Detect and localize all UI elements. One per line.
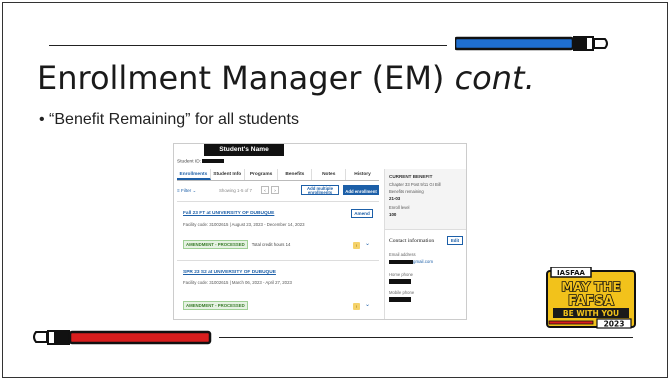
benefit-name: Chapter 33 Post 9/11 GI Bill	[389, 182, 441, 187]
logo-year: 2023	[604, 320, 625, 329]
chevron-down-icon[interactable]: ⌄	[365, 241, 370, 247]
facility-info: Facility code: 31002615 | August 23, 202…	[183, 222, 305, 227]
bottom-divider-line	[219, 337, 633, 338]
enrollment-title-link[interactable]: Fall 23 FT at UNIVERSITY OF DUBUQUE	[183, 211, 274, 216]
iasfaa-may-the-fafsa-logo: IASFAA MAY THE FAFSA BE WITH YOU 2023	[546, 267, 636, 329]
top-divider-line	[49, 45, 447, 46]
bullet-point: • “Benefit Remaining” for all students	[39, 111, 299, 128]
tab-history[interactable]: History	[346, 169, 379, 180]
warning-icon: !	[353, 242, 360, 249]
enroll-level-value: 100	[389, 212, 397, 217]
email-value: gmail.com	[389, 259, 433, 264]
slide-title-main: Enrollment Manager (EM)	[37, 59, 455, 97]
tab-enrollments[interactable]: Enrollments	[177, 169, 211, 180]
blue-lightsaber-icon	[455, 36, 608, 51]
contact-information-panel: Contact information Edit Email address g…	[385, 229, 466, 319]
logo-line1: MAY THE	[561, 280, 620, 294]
amend-button[interactable]: Amend	[351, 209, 373, 218]
showing-count: Showing 1-5 of 7	[219, 188, 252, 193]
status-badge: AMENDMENT - PROCESSED	[183, 301, 248, 310]
redaction-bar	[202, 159, 225, 163]
benefits-remaining-value: 21-03	[389, 196, 401, 201]
tab-benefits[interactable]: Benefits	[278, 169, 313, 180]
filter-button[interactable]: ≡ Filter ⌄	[177, 188, 196, 194]
tab-notes[interactable]: Notes	[312, 169, 347, 180]
enrollment-card: Fall 23 FT at UNIVERSITY OF DUBUQUE Amen…	[177, 201, 379, 257]
slide-title-italic: cont.	[454, 59, 535, 97]
enrollments-toolbar: ≡ Filter ⌄ Showing 1-5 of 7 ‹ › Add mult…	[177, 185, 379, 197]
warning-icon: !	[353, 303, 360, 310]
next-page-button[interactable]: ›	[271, 186, 279, 194]
filter-label: Filter	[180, 188, 192, 193]
redaction-bar	[389, 279, 411, 284]
logo-line2: FAFSA	[568, 294, 614, 309]
student-id-label: Student ID:	[177, 159, 201, 165]
home-phone-label: Home phone	[389, 272, 413, 277]
logo-top-text: IASFAA	[557, 269, 585, 277]
benefit-sidebar: CURRENT BENEFIT Chapter 33 Post 9/11 GI …	[384, 169, 466, 319]
benefits-remaining-label: Benefits remaining	[389, 189, 424, 194]
status-badge: AMENDMENT - PROCESSED	[183, 240, 248, 249]
student-id: Student ID:	[177, 159, 225, 165]
student-name-header: Student's Name	[204, 144, 284, 156]
enroll-level-label: Enroll level	[389, 205, 410, 210]
credit-hours: Total credit hours 14	[251, 242, 291, 247]
email-suffix: gmail.com	[413, 259, 434, 264]
enrollment-card: SPR 23 S2 at UNIVERSITY OF DUBUQUE Facil…	[177, 260, 379, 316]
status-row: AMENDMENT - PROCESSED	[183, 301, 248, 310]
redaction-bar	[389, 259, 413, 264]
edit-contact-button[interactable]: Edit	[447, 236, 463, 245]
mobile-phone-label: Mobile phone	[389, 290, 415, 295]
facility-info: Facility code: 31002615 | March 06, 2023…	[183, 280, 292, 285]
red-lightsaber-icon	[33, 330, 212, 345]
add-multiple-line2: enrollments	[307, 190, 333, 196]
prev-page-button[interactable]: ‹	[261, 186, 269, 194]
slide: Enrollment Manager (EM) cont. • “Benefit…	[2, 2, 668, 378]
enrollment-title-link[interactable]: SPR 23 S2 at UNIVERSITY OF DUBUQUE	[183, 270, 276, 275]
enrollment-manager-screenshot: Student's Name Student ID: Enrollments S…	[173, 143, 467, 320]
email-label: Email address	[389, 252, 416, 257]
logo-line3: BE WITH YOU	[563, 309, 619, 318]
status-row: AMENDMENT - PROCESSED Total credit hours …	[183, 240, 291, 249]
contact-title: Contact information	[389, 238, 435, 244]
redaction-bar	[389, 297, 411, 302]
tab-student-info[interactable]: Student Info	[211, 169, 245, 180]
add-enrollment-button[interactable]: Add enrollment	[343, 185, 379, 195]
chevron-down-icon[interactable]: ⌄	[365, 302, 370, 308]
add-multiple-enrollments-button[interactable]: Add multiple enrollments	[301, 185, 339, 195]
tab-programs[interactable]: Programs	[245, 169, 279, 180]
tab-bar: Enrollments Student Info Programs Benefi…	[177, 169, 379, 181]
slide-title: Enrollment Manager (EM) cont.	[37, 59, 535, 97]
current-benefit-label: CURRENT BENEFIT	[389, 174, 433, 179]
